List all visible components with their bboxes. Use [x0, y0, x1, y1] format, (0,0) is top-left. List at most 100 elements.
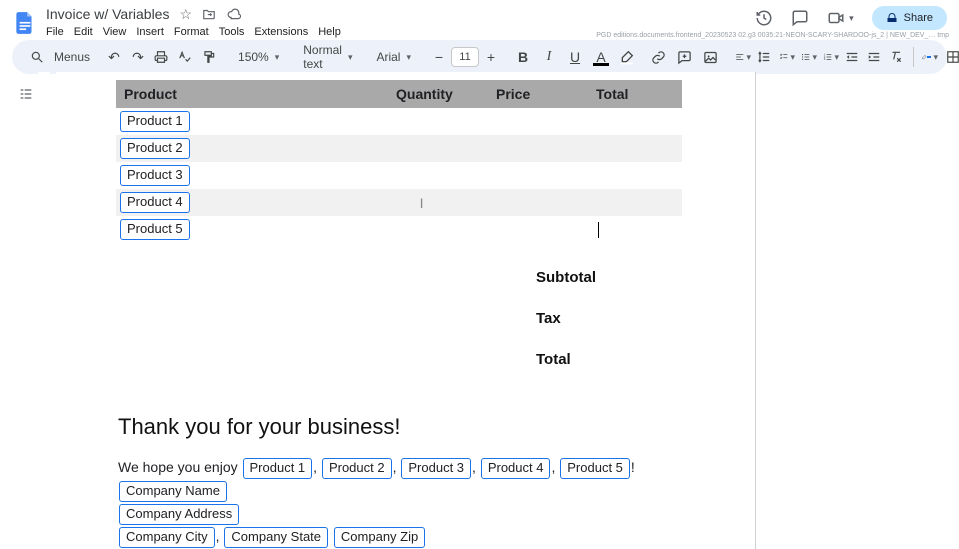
variable-chip[interactable]: Company Name [119, 481, 227, 502]
increase-font-icon[interactable]: + [483, 50, 499, 64]
table-row[interactable]: Product 1 [116, 108, 682, 135]
separator: , [551, 459, 559, 475]
zoom-value: 150% [238, 50, 269, 64]
separator: , [472, 459, 480, 475]
variable-chip[interactable]: Company Address [119, 504, 239, 525]
menu-tools[interactable]: Tools [219, 26, 245, 38]
add-comment-icon[interactable] [677, 50, 693, 65]
comments-icon[interactable] [791, 9, 809, 27]
header-price: Price [496, 86, 596, 102]
clear-formatting-icon[interactable] [889, 50, 905, 64]
bold-icon[interactable]: B [515, 50, 531, 64]
separator: , [313, 459, 321, 475]
zoom-select[interactable]: 150%▾ [234, 48, 283, 66]
variable-chip[interactable]: Company Zip [334, 527, 425, 548]
font-size-input[interactable]: 11 [451, 47, 479, 67]
variable-chip[interactable]: Product 4 [120, 192, 190, 213]
meet-icon[interactable]: ▾ [827, 9, 854, 27]
font-family-value: Arial [376, 50, 400, 64]
file-path-hint: PGD editions.documents.frontend_20230523… [596, 32, 949, 39]
font-family-select[interactable]: Arial▾ [372, 48, 415, 66]
header-quantity: Quantity [396, 86, 496, 102]
underline-icon[interactable]: U [567, 50, 583, 64]
print-icon[interactable] [154, 50, 170, 64]
subtotal-label: Subtotal [536, 269, 755, 286]
header-product: Product [116, 86, 396, 102]
align-icon[interactable]: ▾ [735, 50, 751, 64]
variable-chip[interactable]: Product 5 [120, 219, 190, 240]
document-canvas[interactable]: Product Quantity Price Total Product 1 P… [50, 72, 949, 549]
tax-label: Tax [536, 310, 755, 327]
docs-app-icon[interactable] [12, 10, 38, 36]
variable-chip[interactable]: Product 3 [401, 458, 471, 479]
cloud-saved-icon[interactable] [226, 7, 242, 21]
bulleted-list-icon[interactable]: ▾ [801, 50, 817, 64]
header-total: Total [596, 86, 676, 102]
highlight-color-icon[interactable] [619, 49, 635, 65]
insert-image-icon[interactable] [703, 50, 719, 65]
history-icon[interactable] [755, 9, 773, 27]
text-cursor-icon: I [420, 195, 424, 211]
variable-chip[interactable]: Company City [119, 527, 215, 548]
invoice-table-header-row: Product Quantity Price Total [116, 80, 682, 108]
text-color-icon[interactable]: A [593, 50, 609, 64]
paragraph-style-value: Normal text [303, 43, 342, 71]
document-title[interactable]: Invoice w/ Variables [46, 6, 169, 22]
checklist-icon[interactable]: ▾ [779, 50, 795, 64]
menu-format[interactable]: Format [174, 26, 209, 38]
search-icon[interactable] [30, 50, 46, 64]
menus-button[interactable]: Menus [54, 50, 90, 64]
enjoy-suffix: ! [631, 459, 635, 475]
increase-indent-icon[interactable] [867, 50, 883, 64]
italic-icon[interactable]: I [541, 50, 557, 64]
toolbar: Menus ↶ ↷ 150%▾ Normal text▾ Arial▾ − 11 [12, 40, 947, 74]
invoice-table: Product Quantity Price Total Product 1 P… [116, 80, 682, 243]
redo-icon[interactable]: ↷ [130, 50, 146, 64]
variable-chip[interactable]: Product 2 [120, 138, 190, 159]
paragraph-style-select[interactable]: Normal text▾ [299, 41, 356, 73]
variable-chip[interactable]: Product 3 [120, 165, 190, 186]
decrease-font-icon[interactable]: − [431, 50, 447, 64]
page[interactable]: Product Quantity Price Total Product 1 P… [56, 72, 756, 549]
menu-view[interactable]: View [103, 26, 127, 38]
variable-chip[interactable]: Product 5 [560, 458, 630, 479]
text-caret [598, 222, 599, 238]
total-label: Total [536, 351, 755, 368]
move-folder-icon[interactable] [202, 7, 216, 21]
table-row[interactable]: Product 3 [116, 162, 682, 189]
paint-format-icon[interactable] [202, 50, 218, 64]
line-spacing-icon[interactable] [757, 50, 773, 64]
variable-chip[interactable]: Product 1 [120, 111, 190, 132]
pen-tool-icon[interactable]: ▾ [922, 49, 938, 65]
star-icon[interactable]: ☆ [179, 7, 192, 21]
decrease-indent-icon[interactable] [845, 50, 861, 64]
undo-icon[interactable]: ↶ [106, 50, 122, 64]
share-label: Share [904, 12, 933, 24]
variable-chip[interactable]: Product 1 [243, 458, 313, 479]
enjoy-prefix: We hope you enjoy [118, 459, 242, 475]
variable-chip[interactable]: Company State [224, 527, 328, 548]
spellcheck-icon[interactable] [178, 50, 194, 64]
menu-insert[interactable]: Insert [136, 26, 164, 38]
menu-file[interactable]: File [46, 26, 64, 38]
document-outline-icon[interactable] [14, 82, 38, 106]
footer-body[interactable]: We hope you enjoy Product 1, Product 2, … [118, 456, 678, 549]
separator: , [393, 459, 401, 475]
invoice-totals-block: Subtotal Tax Total [536, 269, 755, 368]
share-button[interactable]: Share [872, 6, 947, 30]
menu-help[interactable]: Help [318, 26, 341, 38]
numbered-list-icon[interactable]: 123▾ [823, 50, 839, 64]
menu-extensions[interactable]: Extensions [254, 26, 308, 38]
table-row[interactable]: Product 5 [116, 216, 682, 243]
menu-edit[interactable]: Edit [74, 26, 93, 38]
vertical-scrollbar[interactable] [951, 70, 957, 543]
separator: , [216, 528, 224, 544]
thank-you-heading[interactable]: Thank you for your business! [118, 414, 755, 440]
variable-chip[interactable]: Product 2 [322, 458, 392, 479]
table-row[interactable]: Product 4 I [116, 189, 682, 216]
table-border-all-icon[interactable] [946, 50, 959, 64]
variable-chip[interactable]: Product 4 [481, 458, 551, 479]
vertical-ruler[interactable] [38, 72, 50, 549]
table-row[interactable]: Product 2 [116, 135, 682, 162]
insert-link-icon[interactable] [651, 50, 667, 65]
